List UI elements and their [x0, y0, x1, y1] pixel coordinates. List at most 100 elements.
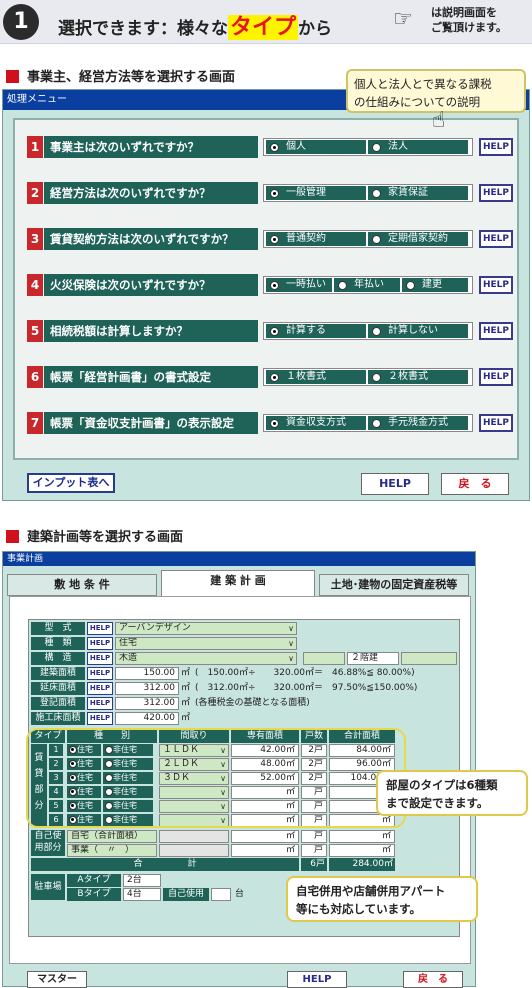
- question-number: 6: [27, 366, 43, 388]
- question-number: 5: [27, 320, 43, 342]
- help-button[interactable]: HELP: [287, 971, 347, 988]
- window-titlebar: 事業計画: [3, 552, 475, 566]
- build-area-input[interactable]: 150.00: [115, 667, 179, 680]
- floor-area-input[interactable]: 312.00: [115, 682, 179, 695]
- option-radio[interactable]: ２枚書式: [368, 370, 468, 384]
- help-button[interactable]: HELP: [361, 473, 429, 495]
- tab-property-tax[interactable]: 土地･建物の固定資産税等: [319, 574, 469, 596]
- help-note: は説明画面を ご覧頂けます。: [431, 6, 507, 34]
- option-radio[interactable]: １枚書式: [266, 370, 366, 384]
- self-biz-area[interactable]: ㎡: [231, 844, 299, 857]
- kind-select[interactable]: 住宅: [115, 637, 297, 650]
- option-radio[interactable]: 個人: [266, 140, 366, 154]
- input-table-button[interactable]: インプット表へ: [27, 473, 115, 493]
- const-area-help[interactable]: HELP: [87, 712, 113, 725]
- question-help-button[interactable]: HELP: [479, 184, 513, 202]
- question-row: 2 経営方法は次のいずれですか？ 一般管理 家賃保証 HELP: [27, 182, 515, 204]
- back-button[interactable]: 戻 る: [403, 971, 463, 988]
- question-help-button[interactable]: HELP: [479, 230, 513, 248]
- menu-window: 処理メニュー 1 事業主は次のいずれですか？ 個人 法人 HELP 2 経営方法は次のいずれ…: [2, 89, 530, 501]
- unit-dai: 台: [235, 889, 245, 899]
- step-number: 1: [3, 4, 39, 40]
- option-radio[interactable]: 年払い: [334, 278, 400, 292]
- question-panel: 1 事業主は次のいずれですか？ 個人 法人 HELP 2 経営方法は次のいずれですか？ 一般管…: [13, 118, 519, 460]
- question-number: 2: [27, 182, 43, 204]
- const-area-input[interactable]: 420.00: [115, 712, 179, 725]
- kind-help-button[interactable]: HELP: [87, 637, 113, 650]
- option-radio[interactable]: 定期借家契約: [368, 232, 468, 246]
- unit-m2: ㎡: [181, 698, 191, 708]
- self-home-area[interactable]: ㎡: [231, 830, 299, 843]
- floors-field[interactable]: ２階建: [347, 652, 399, 665]
- unit-m2: ㎡: [181, 683, 191, 693]
- parking-b-input[interactable]: 4台: [123, 888, 161, 901]
- total-label: 合 計: [31, 858, 299, 871]
- question-row: 7 帳票「資金収支計画書」の表示設定 資金収支方式 手元残金方式 HELP: [27, 412, 515, 434]
- title-post: から: [298, 19, 333, 39]
- master-button[interactable]: マスター: [27, 971, 87, 988]
- floors-spacer: [303, 652, 345, 665]
- section2-title: 建築計画等を選択する画面: [6, 526, 183, 545]
- question-number: 1: [27, 136, 43, 158]
- reg-area-input[interactable]: 312.00: [115, 697, 179, 710]
- total-count-unit: 戸: [315, 859, 325, 869]
- self-home-label: 自宅（合計面積）: [67, 830, 157, 843]
- build-area-calc: ( 150.00㎡÷ 320.00㎡＝ 46.88%≦ 80.00%): [195, 668, 415, 678]
- option-radio[interactable]: 家賃保証: [368, 186, 468, 200]
- question-help-button[interactable]: HELP: [479, 276, 513, 294]
- struct-label: 構 造: [31, 652, 85, 665]
- option-radio[interactable]: 計算しない: [368, 324, 468, 338]
- parking-a-label: Aタイプ: [67, 874, 121, 887]
- parking-a-input[interactable]: 2台: [123, 874, 161, 887]
- build-area-help[interactable]: HELP: [87, 667, 113, 680]
- option-radio[interactable]: 資金収支方式: [266, 416, 366, 430]
- option-radio[interactable]: 普通契約: [266, 232, 366, 246]
- form-select[interactable]: アーバンデザイン: [115, 622, 297, 635]
- option-radio[interactable]: 手元残金方式: [368, 416, 468, 430]
- self-use-parking-input[interactable]: [211, 888, 231, 901]
- option-group: 一時払い 年払い 建更: [263, 276, 473, 294]
- struct-select[interactable]: 木造: [115, 652, 297, 665]
- option-radio[interactable]: 計算する: [266, 324, 366, 338]
- tab-building-plan[interactable]: 建 築 計 画: [161, 570, 315, 597]
- question-help-button[interactable]: HELP: [479, 414, 513, 432]
- option-radio[interactable]: 一般管理: [266, 186, 366, 200]
- struct-help-button[interactable]: HELP: [87, 652, 113, 665]
- reg-area-help[interactable]: HELP: [87, 697, 113, 710]
- option-radio[interactable]: 法人: [368, 140, 468, 154]
- tab-site-conditions[interactable]: 敷 地 条 件: [7, 574, 157, 596]
- self-biz-total: ㎡: [329, 844, 395, 857]
- total-count: 6戸: [301, 858, 327, 871]
- question-number: 4: [27, 274, 43, 296]
- parking-b-label: Bタイプ: [67, 888, 121, 901]
- tax-explanation-callout: 個人と法人とで異なる課税 の仕組みについての説明: [346, 69, 526, 113]
- question-help-button[interactable]: HELP: [479, 322, 513, 340]
- cursor-hand-icon: ☝: [432, 108, 446, 133]
- self-home-layout: [159, 830, 229, 843]
- question-help-button[interactable]: HELP: [479, 138, 513, 156]
- build-area-label: 建築面積: [31, 667, 85, 680]
- form-help-button[interactable]: HELP: [87, 622, 113, 635]
- question-text: 帳票「資金収支計画書」の表示設定: [44, 412, 258, 434]
- mixed-use-callout: 自宅併用や店舗併用アパート 等にも対応しています。: [286, 876, 478, 922]
- question-text: 賃貸契約方法は次のいずれですか？: [44, 228, 258, 250]
- self-biz-count[interactable]: 戸: [301, 844, 327, 857]
- option-group: 個人 法人: [263, 138, 473, 156]
- back-button[interactable]: 戻 る: [441, 473, 509, 495]
- floor-area-calc: ( 312.00㎡÷ 320.00㎡＝ 97.50%≦150.00%): [195, 683, 418, 693]
- pointing-hand-icon: ☞: [393, 7, 413, 32]
- floor-area-help[interactable]: HELP: [87, 682, 113, 695]
- self-use-parking-button[interactable]: 自己使用: [163, 888, 209, 901]
- self-home-count[interactable]: 戸: [301, 830, 327, 843]
- section1-title: 事業主、経営方法等を選択する画面: [6, 66, 235, 85]
- total-area-unit: ㎡: [383, 859, 393, 869]
- question-help-button[interactable]: HELP: [479, 368, 513, 386]
- option-radio[interactable]: 一時払い: [266, 278, 332, 292]
- option-radio[interactable]: 建更: [402, 278, 468, 292]
- title-pre: 選択できます：様々な: [58, 19, 228, 39]
- floors-extra: [401, 652, 457, 665]
- unit-m2: ㎡: [181, 668, 191, 678]
- rental-rows-highlight: [26, 728, 406, 828]
- question-text: 帳票「経営計画書」の書式設定: [44, 366, 258, 388]
- self-use-label: 自己使用部分: [31, 830, 65, 856]
